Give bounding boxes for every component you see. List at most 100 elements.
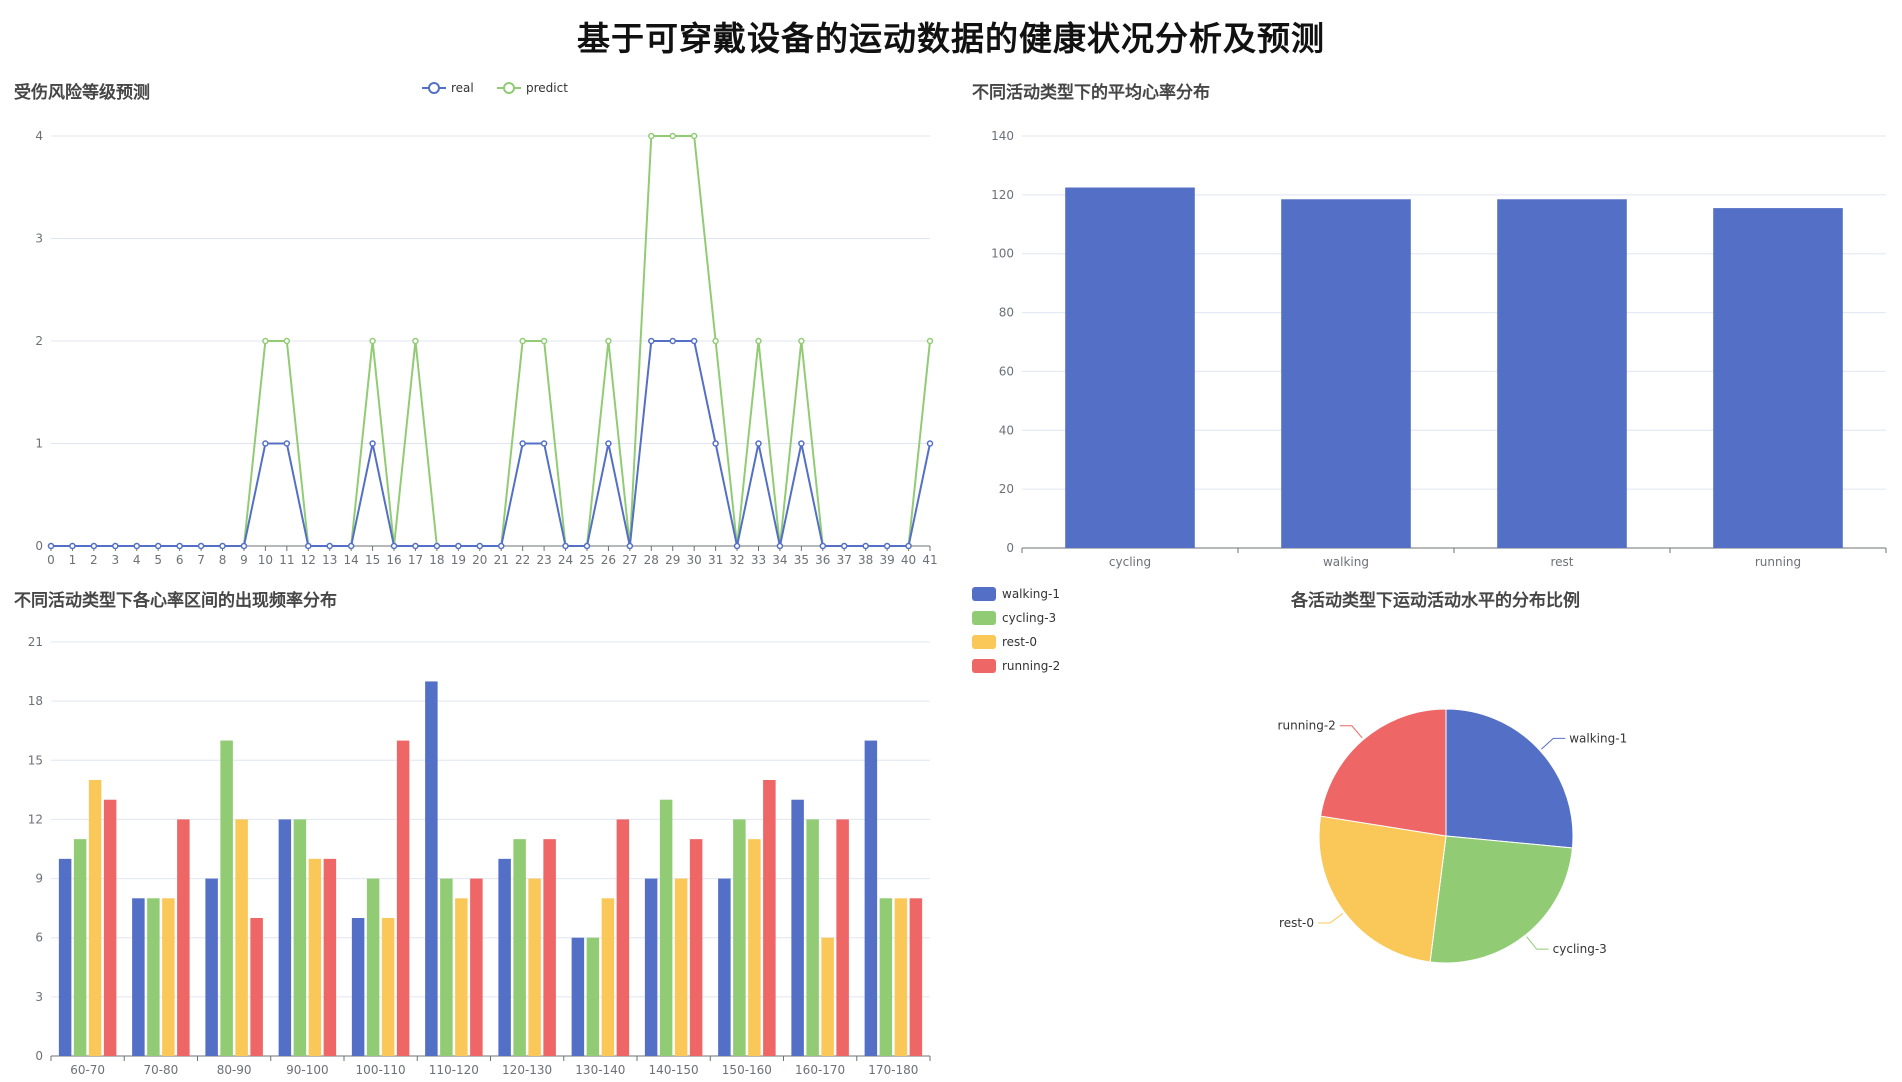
bar-140-150-s1	[659, 799, 673, 1056]
bar-120-130-s2	[528, 878, 541, 1056]
slice-walking-1	[1445, 708, 1574, 849]
risk-x-tick-label: 22	[515, 553, 530, 567]
hr-int-y-tick-label: 18	[28, 694, 43, 708]
hr-int-x-tick-label: 150-160	[722, 1063, 772, 1077]
avg-hr-y-tick-label: 20	[999, 482, 1014, 496]
avg-hr-x-tick-label: walking	[1323, 555, 1369, 569]
risk-x-tick-label: 17	[408, 553, 423, 567]
bar-160-170-s2	[821, 937, 834, 1056]
leader-line-cycling-3	[1526, 936, 1549, 950]
legend-swatch-walking-1	[972, 587, 996, 601]
page-title: 基于可穿戴设备的运动数据的健康状况分析及预测	[577, 19, 1325, 58]
risk-x-tick-label: 12	[301, 553, 316, 567]
point-real	[626, 542, 634, 550]
risk-x-tick-label: 10	[258, 553, 273, 567]
hr-int-y-tick-label: 15	[28, 753, 43, 767]
injury-risk-panel: 受伤风险等级预测 0 1 2 3 4 0 1 2 3 4 5 6 7 8 9 10 11 12 13 14 15 16 17…	[0, 70, 951, 570]
legend-label-predict: predict	[526, 81, 568, 95]
risk-x-tick-label: 33	[751, 553, 766, 567]
point-predict	[283, 337, 291, 345]
point-real	[69, 542, 76, 550]
point-predict	[412, 337, 419, 345]
slice-cycling-3	[1429, 835, 1573, 964]
point-predict	[712, 337, 719, 345]
risk-x-tick-label: 11	[279, 553, 294, 567]
point-real	[369, 440, 376, 447]
risk-x-tick-label: 38	[858, 553, 873, 567]
bar-60-70-s0	[58, 858, 72, 1056]
legend-label-real: real	[451, 81, 474, 95]
risk-x-tick-label: 23	[536, 553, 551, 567]
point-real	[412, 542, 419, 550]
point-real	[433, 542, 441, 550]
bar-70-80-s3	[177, 819, 190, 1056]
avg-hr-y-tick-label: 140	[991, 129, 1014, 143]
hr-int-x-tick-label: 170-180	[868, 1063, 918, 1077]
point-real	[47, 542, 55, 550]
risk-x-tick-label: 14	[344, 553, 359, 567]
point-real	[197, 542, 205, 550]
bar-70-80-s0	[132, 898, 145, 1056]
point-real	[133, 542, 141, 550]
avg-hr-y-tick-label: 80	[999, 306, 1014, 320]
legend-label-cycling-3: cycling-3	[1002, 611, 1056, 625]
bar-130-140-s3	[616, 819, 630, 1056]
point-predict	[755, 337, 762, 345]
risk-x-tick-label: 24	[558, 553, 573, 567]
point-real	[712, 440, 719, 447]
bar-60-70-s2	[88, 780, 102, 1056]
risk-x-tick-label: 35	[794, 553, 809, 567]
slice-label-rest-0: rest-0	[1279, 916, 1314, 930]
point-real	[798, 440, 805, 447]
point-predict	[605, 337, 612, 345]
bar-running	[1713, 208, 1843, 548]
risk-x-tick-label: 21	[494, 553, 509, 567]
bar-110-120-s3	[470, 878, 483, 1056]
bar-cycling	[1065, 187, 1195, 548]
risk-x-tick-label: 41	[922, 553, 937, 567]
point-real	[540, 440, 548, 447]
risk-x-tick-label: 8	[219, 553, 227, 567]
leader-line-rest-0	[1318, 913, 1344, 924]
bar-160-170-s0	[791, 799, 804, 1056]
hr-int-y-tick-label: 3	[35, 990, 43, 1004]
risk-x-tick-label: 36	[815, 553, 830, 567]
legend-label-rest-0: rest-0	[1002, 635, 1037, 649]
risk-x-tick-label: 27	[622, 553, 637, 567]
bar-130-140-s1	[586, 937, 600, 1056]
bar-100-110-s1	[366, 878, 380, 1056]
point-real	[326, 542, 333, 550]
avg-hr-x-tick-label: running	[1755, 555, 1801, 569]
point-real	[690, 337, 698, 345]
bar-80-90-s3	[250, 918, 263, 1056]
legend-marker-real	[428, 82, 440, 94]
bar-90-100-s2	[308, 858, 322, 1056]
bar-130-140-s2	[601, 898, 615, 1056]
legend-swatch-cycling-3	[972, 611, 996, 625]
point-real	[862, 542, 869, 550]
point-real	[605, 440, 612, 447]
point-real	[905, 542, 912, 550]
point-real	[112, 542, 119, 550]
hr-int-x-tick-label: 120-130	[502, 1063, 552, 1077]
bar-90-100-s0	[278, 819, 292, 1056]
bar-70-80-s1	[147, 898, 160, 1056]
bar-150-160-s1	[733, 819, 746, 1056]
hr-int-x-tick-label: 130-140	[575, 1063, 625, 1077]
bar-80-90-s2	[235, 819, 248, 1056]
risk-x-tick-label: 39	[879, 553, 894, 567]
bar-80-90-s1	[220, 740, 233, 1056]
risk-y-tick-label: 4	[35, 129, 43, 143]
bar-100-110-s2	[381, 918, 395, 1056]
bar-walking	[1281, 199, 1411, 548]
risk-x-tick-label: 37	[837, 553, 852, 567]
avg-hr-x-tick-label: rest	[1550, 555, 1573, 569]
slice-rest-0	[1318, 815, 1447, 963]
point-predict	[648, 132, 655, 140]
point-real	[926, 440, 934, 447]
bar-170-180-s1	[879, 898, 893, 1056]
leader-line-walking-1	[1541, 737, 1566, 750]
risk-x-tick-label: 25	[579, 553, 594, 567]
bar-170-180-s0	[864, 740, 878, 1056]
point-predict	[926, 337, 934, 345]
